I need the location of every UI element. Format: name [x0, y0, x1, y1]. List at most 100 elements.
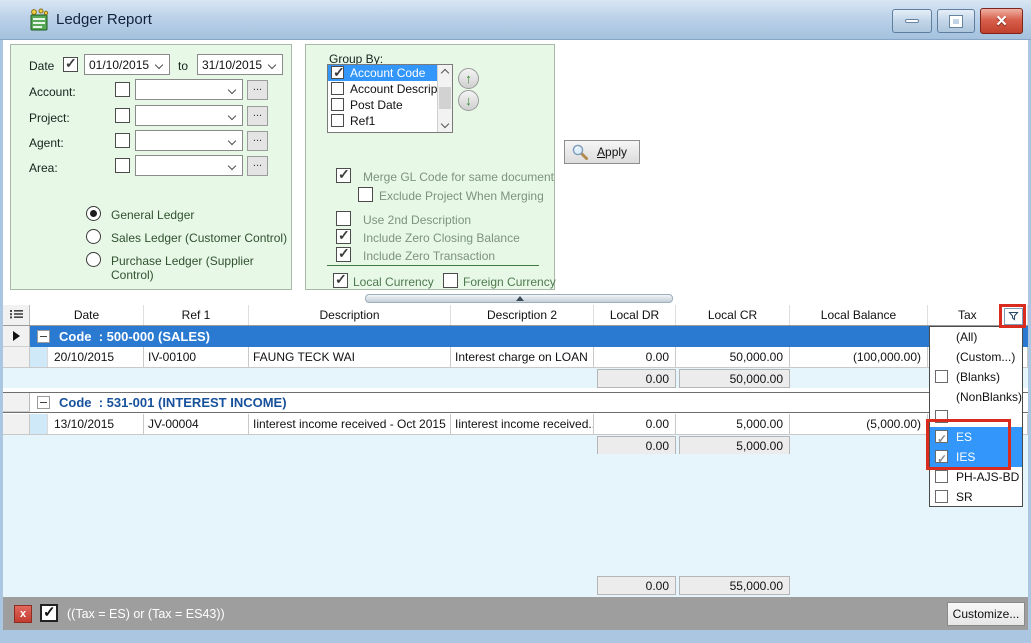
- group-summary-row: [3, 368, 1028, 388]
- current-row-indicator: [3, 326, 30, 347]
- remove-filter-button[interactable]: x: [14, 605, 32, 623]
- foreign-currency-checkbox[interactable]: [443, 273, 458, 288]
- merge-gl-code-label: Merge GL Code for same document: [363, 170, 554, 184]
- foreign-currency-label: Foreign Currency: [463, 275, 556, 289]
- post-date-checkbox[interactable]: [331, 98, 344, 111]
- move-down-button[interactable]: ↓: [458, 90, 479, 111]
- purchase-ledger-radio[interactable]: [86, 252, 101, 267]
- group-header-text: Code : 531-001 (INTEREST INCOME): [59, 395, 287, 410]
- tax-filter-option-nonblanks[interactable]: (NonBlanks): [930, 387, 1022, 407]
- general-ledger-radio[interactable]: [86, 206, 101, 221]
- account-dropdown[interactable]: [135, 79, 243, 100]
- filter-enabled-checkbox[interactable]: [40, 604, 58, 622]
- splitter-handle[interactable]: [365, 294, 673, 303]
- cell-local-dr[interactable]: 0.00: [594, 347, 676, 368]
- cell-local-cr[interactable]: 5,000.00: [676, 414, 790, 435]
- ref1-checkbox[interactable]: [331, 114, 344, 127]
- include-zero-transaction-checkbox[interactable]: [336, 247, 351, 262]
- column-header-ref1[interactable]: Ref 1: [144, 305, 249, 325]
- scroll-up-icon[interactable]: [441, 69, 449, 77]
- date-to-dropdown[interactable]: 31/10/2015: [197, 54, 283, 75]
- account-checkbox[interactable]: [115, 82, 130, 97]
- use-2nd-description-checkbox[interactable]: [336, 211, 351, 226]
- local-currency-checkbox[interactable]: [333, 273, 348, 288]
- exclude-project-checkbox[interactable]: [358, 187, 373, 202]
- ph-ajs-bd-checkbox[interactable]: [935, 470, 948, 483]
- cell-local-cr[interactable]: 50,000.00: [676, 347, 790, 368]
- cell-local-balance[interactable]: (5,000.00): [790, 414, 928, 435]
- table-row[interactable]: 13/10/2015 JV-00004 Iinterest income rec…: [3, 414, 1028, 435]
- merge-gl-code-checkbox[interactable]: [336, 168, 351, 183]
- column-header-local-cr[interactable]: Local CR: [676, 305, 790, 325]
- row-list-icon: [10, 309, 23, 321]
- cell-local-dr[interactable]: 0.00: [594, 414, 676, 435]
- row-gutter[interactable]: [3, 393, 30, 412]
- apply-button-label: Apply: [597, 145, 627, 159]
- date-from-dropdown[interactable]: 01/10/2015: [84, 54, 170, 75]
- agent-dropdown[interactable]: [135, 130, 243, 151]
- table-row[interactable]: 20/10/2015 IV-00100 FAUNG TECK WAI Inter…: [3, 347, 1028, 368]
- column-header-description[interactable]: Description: [249, 305, 451, 325]
- tax-filter-option-custom[interactable]: (Custom...): [930, 347, 1022, 367]
- collapse-minus-icon[interactable]: [37, 396, 50, 409]
- summary-local-dr: 0.00: [597, 369, 676, 388]
- group-row-sales[interactable]: Code : 500-000 (SALES): [3, 326, 1028, 347]
- customize-button[interactable]: Customize...: [947, 602, 1025, 626]
- area-dropdown[interactable]: [135, 155, 243, 176]
- sales-ledger-radio[interactable]: [86, 229, 101, 244]
- agent-browse-button[interactable]: ...: [247, 131, 268, 151]
- group-by-item-account-descrip[interactable]: Account Descrip: [328, 81, 452, 97]
- agent-checkbox[interactable]: [115, 133, 130, 148]
- move-up-button[interactable]: ↑: [458, 68, 479, 89]
- date-label: Date: [29, 59, 54, 73]
- close-button[interactable]: ×: [980, 8, 1023, 34]
- tax-filter-option-sr[interactable]: SR: [930, 487, 1022, 507]
- project-dropdown[interactable]: [135, 105, 243, 126]
- project-browse-button[interactable]: ...: [247, 106, 268, 126]
- group-row-interest-income[interactable]: Code : 531-001 (INTEREST INCOME): [3, 392, 1028, 413]
- tax-filter-option-blanks[interactable]: (Blanks): [930, 367, 1022, 387]
- apply-button[interactable]: Apply: [564, 140, 640, 164]
- cell-ref1[interactable]: JV-00004: [144, 414, 249, 435]
- group-by-item-account-code[interactable]: Account Code: [328, 65, 452, 81]
- row-gutter[interactable]: [3, 347, 30, 368]
- cell-ref1[interactable]: IV-00100: [144, 347, 249, 368]
- account-descrip-checkbox[interactable]: [331, 82, 344, 95]
- minimize-button[interactable]: [892, 9, 932, 33]
- sr-checkbox[interactable]: [935, 490, 948, 503]
- maximize-button[interactable]: [937, 9, 975, 33]
- column-header-local-balance[interactable]: Local Balance: [790, 305, 928, 325]
- account-code-checkbox[interactable]: [331, 66, 344, 79]
- close-icon: ×: [996, 12, 1007, 31]
- cell-date[interactable]: 20/10/2015: [30, 347, 144, 368]
- use-2nd-description-label: Use 2nd Description: [363, 213, 471, 227]
- group-by-scrollbar[interactable]: [437, 65, 452, 132]
- include-zero-closing-checkbox[interactable]: [336, 229, 351, 244]
- area-label: Area:: [29, 161, 58, 175]
- collapse-minus-icon[interactable]: [37, 330, 50, 343]
- date-checkbox[interactable]: [63, 57, 78, 72]
- group-by-item-post-date[interactable]: Post Date: [328, 97, 452, 113]
- tax-filter-option-all[interactable]: (All): [930, 327, 1022, 347]
- cell-date[interactable]: 13/10/2015: [30, 414, 144, 435]
- title-bar: Ledger Report ×: [0, 0, 1031, 40]
- scroll-down-icon[interactable]: [441, 120, 449, 128]
- cell-description2[interactable]: Iinterest income received...: [451, 414, 594, 435]
- column-header-date[interactable]: Date: [30, 305, 144, 325]
- row-gutter[interactable]: [3, 414, 30, 435]
- column-header-local-dr[interactable]: Local DR: [594, 305, 676, 325]
- scrollbar-thumb[interactable]: [439, 87, 451, 109]
- cell-description[interactable]: FAUNG TECK WAI: [249, 347, 451, 368]
- area-checkbox[interactable]: [115, 158, 130, 173]
- blanks-checkbox[interactable]: [935, 370, 948, 383]
- cell-local-balance[interactable]: (100,000.00): [790, 347, 928, 368]
- group-by-item-ref1[interactable]: Ref1: [328, 113, 452, 129]
- column-header-description2[interactable]: Description 2: [451, 305, 594, 325]
- cell-description2[interactable]: Interest charge on LOAN: [451, 347, 594, 368]
- cell-description[interactable]: Iinterest income received - Oct 2015: [249, 414, 451, 435]
- row-selector-header[interactable]: [3, 305, 30, 325]
- project-checkbox[interactable]: [115, 108, 130, 123]
- tax-filter-option-ph-ajs-bd[interactable]: PH-AJS-BD: [930, 467, 1022, 487]
- account-browse-button[interactable]: ...: [247, 80, 268, 100]
- area-browse-button[interactable]: ...: [247, 156, 268, 176]
